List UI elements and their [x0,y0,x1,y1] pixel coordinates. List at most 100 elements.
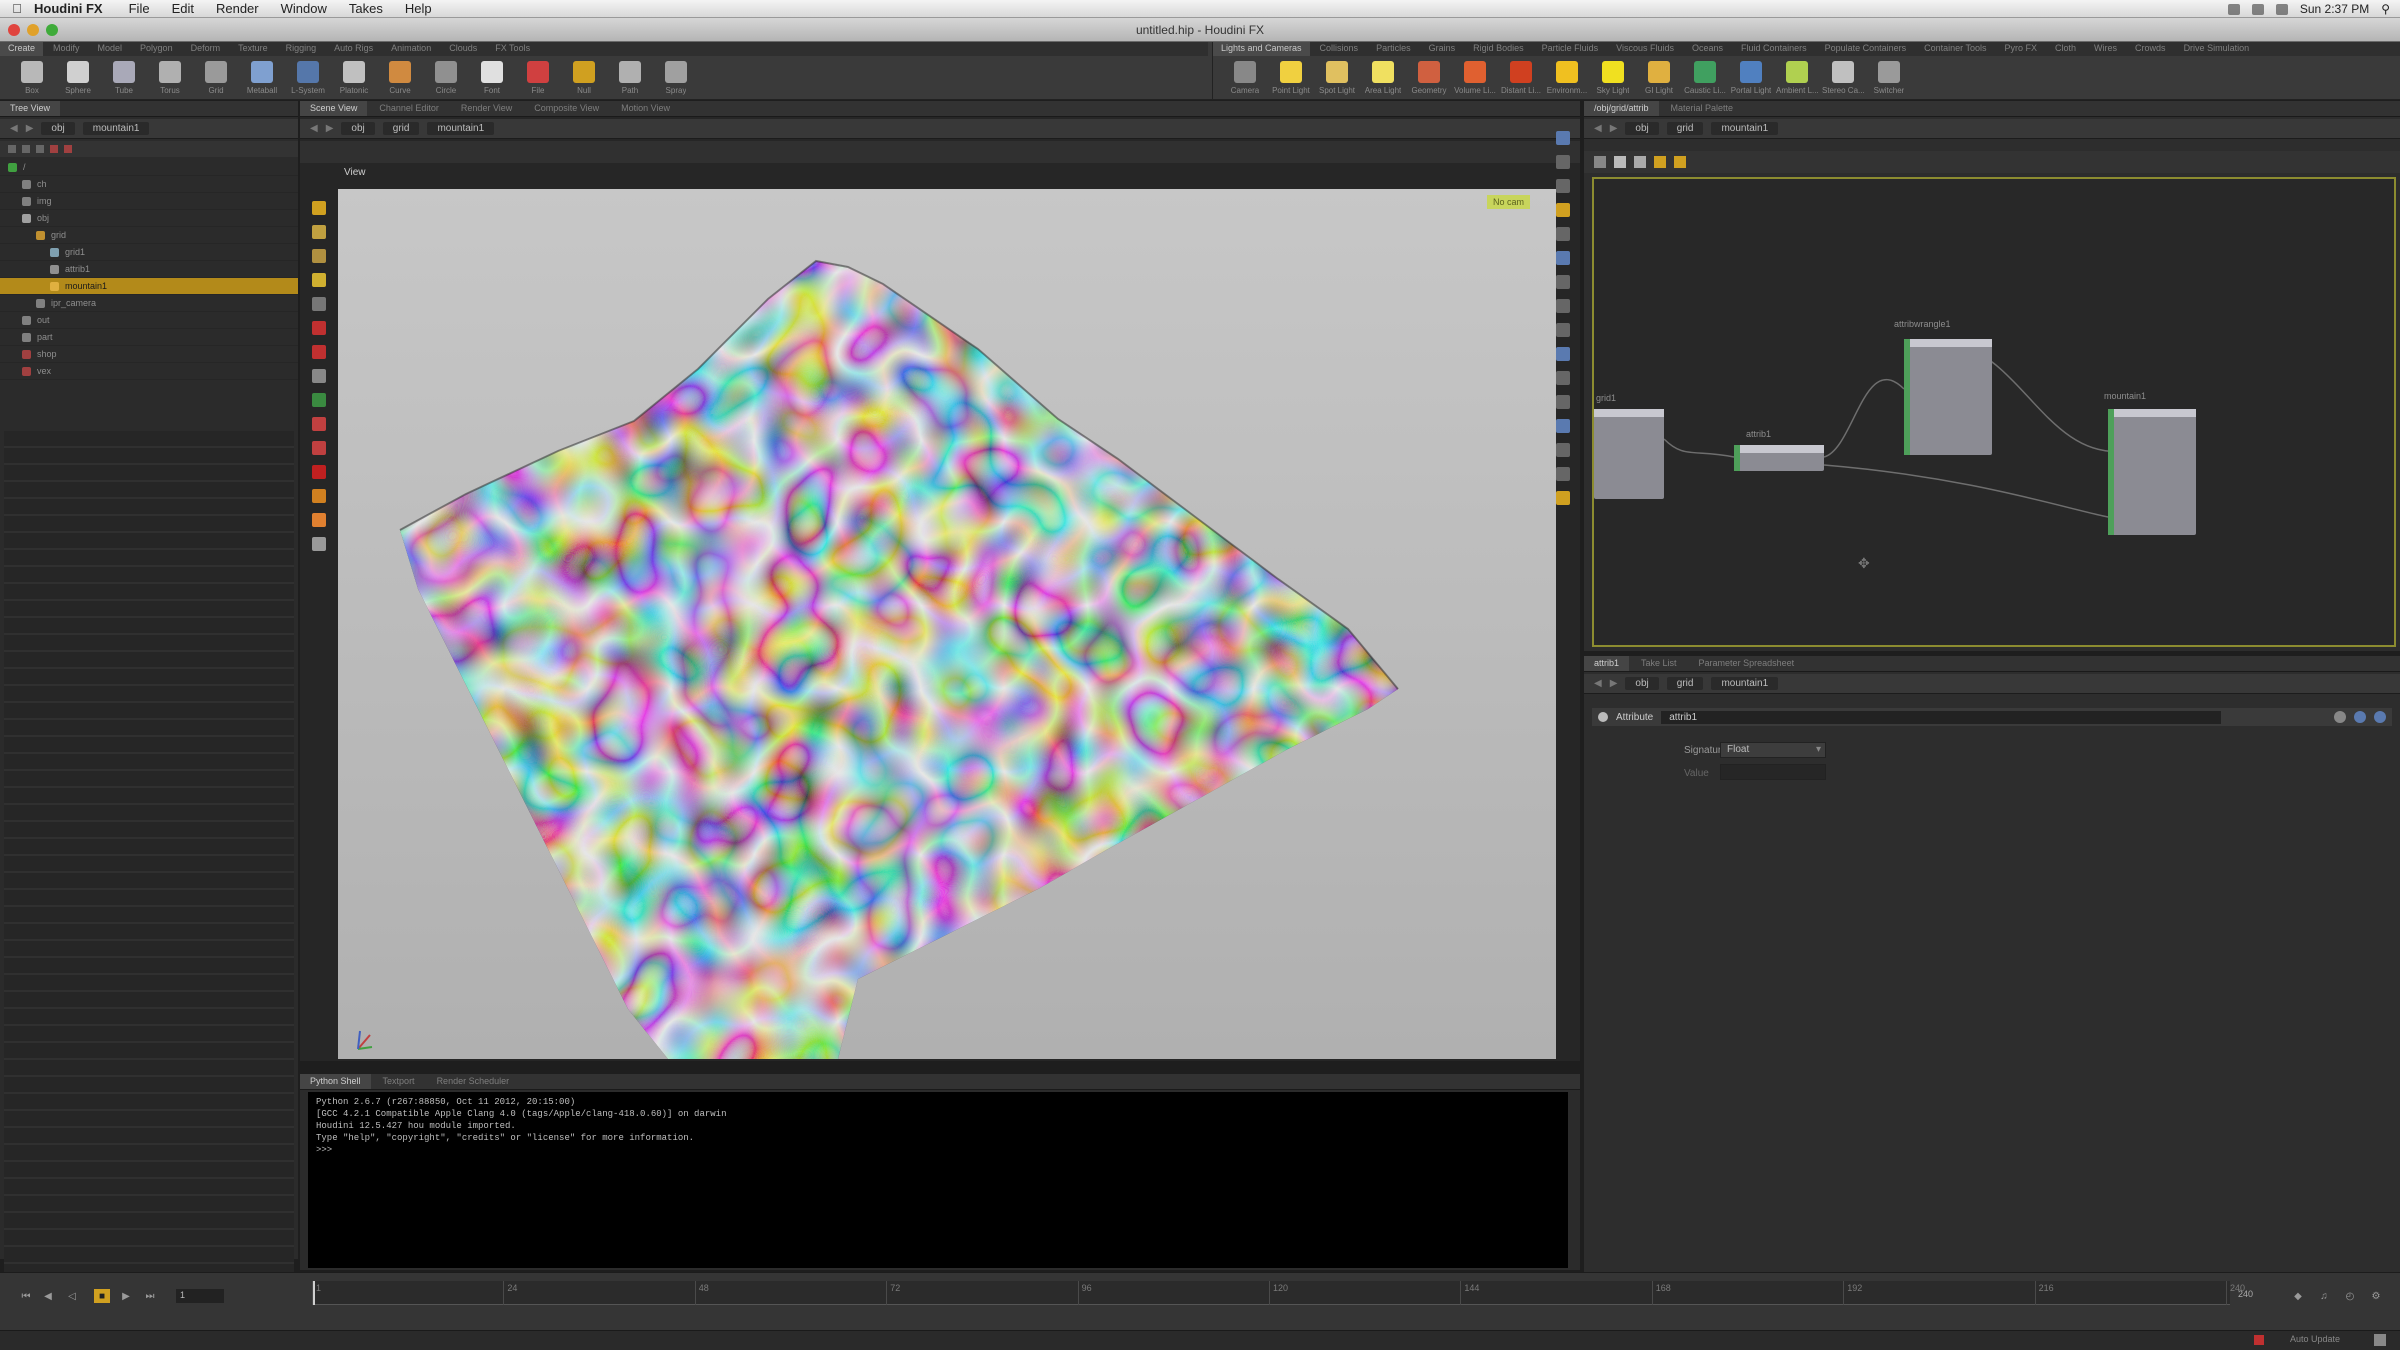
tab-channel-editor[interactable]: Channel Editor [369,101,449,116]
tree-row[interactable]: grid [0,227,298,244]
shelf-tab[interactable]: Polygon [132,42,181,56]
visibility-icon[interactable] [1556,347,1570,361]
path-crumb-obj[interactable]: obj [41,122,75,135]
path-crumb-grid[interactable]: grid [1666,677,1704,690]
shelf-tab[interactable]: Lights and Cameras [1213,42,1310,56]
shelf-tool-button[interactable]: Null [564,59,604,99]
tree-tool-icon[interactable] [50,145,58,153]
shelf-tab[interactable]: Collisions [1312,42,1367,56]
value-field[interactable] [1720,764,1826,780]
play-reverse-button[interactable]: ◁ [64,1289,80,1303]
info-icon[interactable] [2374,711,2386,723]
isolate-icon[interactable] [1556,371,1570,385]
camera-tool-icon[interactable] [312,441,326,455]
brush-tool-icon[interactable] [312,345,326,359]
shelf-tool-button[interactable]: File [518,59,558,99]
shelf-tool-button[interactable]: Circle [426,59,466,99]
tree-tool-icon[interactable] [8,145,16,153]
shelf-tool-button[interactable]: Switcher [1869,59,1909,99]
shelf-tool-button[interactable]: Spot Light [1317,59,1357,99]
select-tool-icon[interactable] [312,201,326,215]
gear-icon[interactable] [2334,711,2346,723]
back-arrow-icon[interactable]: ◀ [1594,123,1602,134]
lighting-icon[interactable] [1556,203,1570,217]
camera-menu[interactable]: No cam [1486,195,1530,209]
path-crumb-node[interactable]: mountain1 [82,122,150,135]
volume-icon[interactable] [2251,3,2264,15]
tab-python-shell[interactable]: Python Shell [300,1074,371,1089]
shelf-tab[interactable]: Texture [230,42,276,56]
play-button[interactable]: ▶ [118,1289,134,1303]
node-name-field[interactable]: attrib1 [1661,710,2222,724]
shelf-tool-button[interactable]: Path [610,59,650,99]
shelf-tool-button[interactable]: Portal Light [1731,59,1771,99]
tree-row[interactable]: grid1 [0,244,298,261]
shelf-tool-button[interactable]: L-System [288,59,328,99]
shelf-tool-button[interactable]: Area Light [1363,59,1403,99]
list-icon[interactable] [1614,156,1626,168]
tab-render-scheduler[interactable]: Render Scheduler [427,1074,520,1089]
end-frame-field[interactable]: 240 [2238,1289,2253,1299]
shelf-tab[interactable]: FX Tools [487,42,538,56]
shelf-tab[interactable]: Cloth [2047,42,2084,56]
jump-end-button[interactable]: ⏭ [142,1289,158,1303]
shelf-tool-button[interactable]: Sphere [58,59,98,99]
scale-tool-icon[interactable] [312,273,326,287]
path-crumb-grid[interactable]: grid [382,122,420,135]
shelf-tool-button[interactable]: Volume Li... [1454,59,1496,99]
shelf-tool-button[interactable]: Metaball [242,59,282,99]
tree-row[interactable]: attrib1 [0,261,298,278]
shelf-tool-button[interactable]: Stereo Ca... [1822,59,1864,99]
snap-tool-icon[interactable] [312,393,326,407]
shelf-tool-button[interactable]: Point Light [1271,59,1311,99]
network-canvas[interactable]: grid1 attrib1 attribwrangle1 mountain1 ✥ [1592,177,2396,647]
settings-icon[interactable]: ⚙ [2368,1289,2384,1303]
apple-icon[interactable]:  [0,1,34,16]
paint-tool-icon[interactable] [312,513,326,527]
shelf-tool-button[interactable]: Grid [196,59,236,99]
view-tool-icon[interactable] [312,369,326,383]
note-icon[interactable] [1654,156,1666,168]
path-crumb-obj[interactable]: obj [1625,122,1659,135]
shelf-tab[interactable]: Wires [2086,42,2125,56]
python-shell-console[interactable]: Python 2.6.7 (r267:88850, Oct 11 2012, 2… [308,1092,1568,1268]
shelf-tool-button[interactable]: Environm... [1547,59,1587,99]
shelf-tab[interactable]: Modify [45,42,88,56]
tree-row[interactable]: mountain1 [0,278,298,295]
shelf-tool-button[interactable]: Curve [380,59,420,99]
tree-row[interactable]: obj [0,210,298,227]
step-back-button[interactable]: ◀ [40,1289,56,1303]
shelf-tool-button[interactable]: Ambient L... [1776,59,1818,99]
tree-row[interactable]: img [0,193,298,210]
shelf-tab[interactable]: Rigid Bodies [1465,42,1532,56]
tab-textport[interactable]: Textport [373,1074,425,1089]
menu-file[interactable]: File [129,1,150,16]
menu-help[interactable]: Help [405,1,432,16]
light-tool-icon[interactable] [312,489,326,503]
tree-tool-icon[interactable] [22,145,30,153]
handle-tool-icon[interactable] [312,321,326,335]
realtime-icon[interactable]: ◴ [2342,1289,2358,1303]
menu-edit[interactable]: Edit [172,1,194,16]
shelf-tool-button[interactable]: Torus [150,59,190,99]
shelf-tab[interactable]: Particle Fluids [1534,42,1607,56]
app-menu[interactable]: Houdini FX [34,1,103,16]
wireframe-icon[interactable] [1556,155,1570,169]
shelf-tool-button[interactable]: Box [12,59,52,99]
camera-menu-icon[interactable] [1556,467,1570,481]
status-icon[interactable] [2374,1334,2386,1346]
tree-row[interactable]: shop [0,346,298,363]
record-tool-icon[interactable] [312,465,326,479]
back-arrow-icon[interactable]: ◀ [10,123,18,134]
menu-takes[interactable]: Takes [349,1,383,16]
help-icon[interactable] [2354,711,2366,723]
path-crumb-node[interactable]: mountain1 [1711,677,1779,690]
tab-tree-view[interactable]: Tree View [0,101,61,116]
forward-arrow-icon[interactable]: ▶ [26,123,34,134]
path-crumb-node[interactable]: mountain1 [427,122,495,135]
grid-icon[interactable] [1556,299,1570,313]
forward-arrow-icon[interactable]: ▶ [1610,123,1618,134]
battery-icon[interactable] [2275,3,2288,15]
tree-row[interactable]: out [0,312,298,329]
tab-motion-view[interactable]: Motion View [611,101,680,116]
